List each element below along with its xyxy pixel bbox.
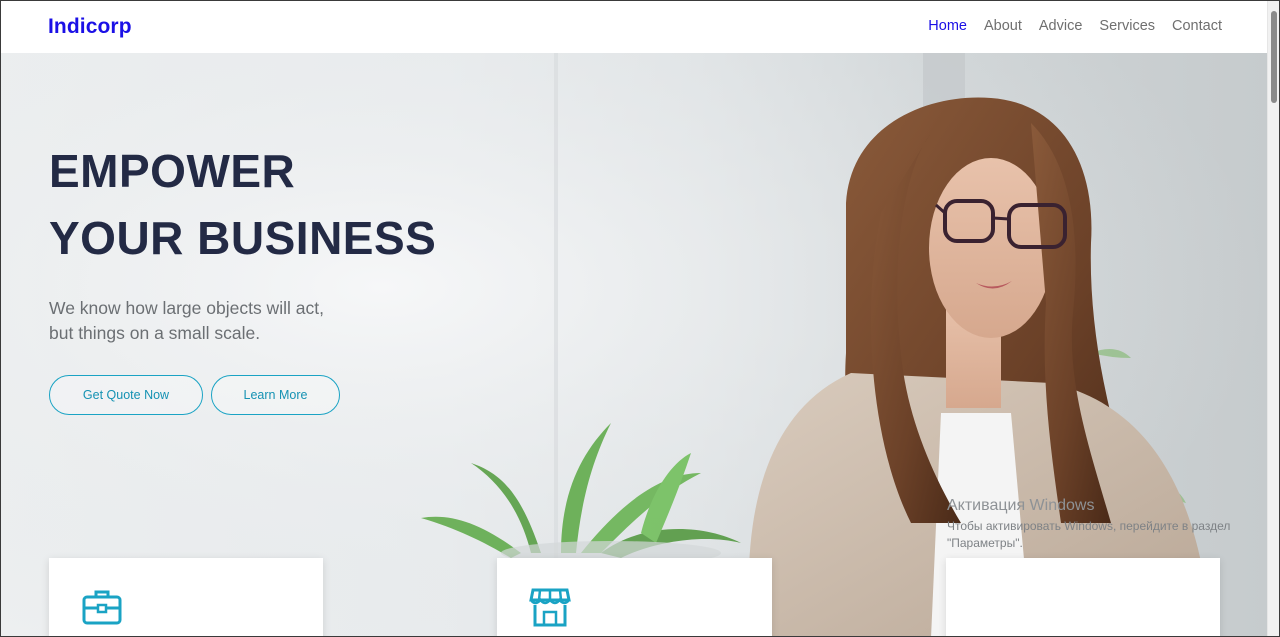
main-nav: Home About Advice Services Contact [928,18,1222,34]
watermark-text-line-2: "Параметры". [947,536,1023,550]
hero-title-line-1: EMPOWER [49,145,296,197]
nav-about[interactable]: About [984,18,1022,34]
nav-contact[interactable]: Contact [1172,18,1222,34]
watermark-text-line-1: Чтобы активировать Windows, перейдите в … [947,519,1231,533]
scrollbar-thumb[interactable] [1271,11,1277,103]
browser-viewport: Indicorp Home About Advice Services Cont… [0,0,1280,637]
nav-home[interactable]: Home [928,18,967,34]
watermark-text: Чтобы активировать Windows, перейдите в … [947,518,1237,552]
feature-card[interactable] [946,558,1220,636]
hero-title: EMPOWER YOUR BUSINESS [49,138,436,272]
hero-title-line-2: YOUR BUSINESS [49,212,437,264]
learn-more-button[interactable]: Learn More [211,375,340,415]
logo[interactable]: Indicorp [48,15,132,39]
nav-services[interactable]: Services [1099,18,1155,34]
vertical-scrollbar[interactable] [1267,1,1279,636]
watermark-title: Активация Windows [947,497,1095,514]
hero-subtitle-line-1: We know how large objects will act, [49,298,324,318]
storefront-icon [529,588,571,627]
hero-subtitle: We know how large objects will act, but … [49,296,324,346]
hero-subtitle-line-2: but things on a small scale. [49,323,261,343]
feature-card[interactable] [497,558,772,636]
get-quote-button[interactable]: Get Quote Now [49,375,203,415]
windows-activation-watermark: Активация Windows Чтобы активировать Win… [947,497,1237,552]
briefcase-icon [82,590,122,625]
nav-advice[interactable]: Advice [1039,18,1083,34]
feature-card[interactable] [49,558,323,636]
site-header: Indicorp Home About Advice Services Cont… [1,1,1269,53]
